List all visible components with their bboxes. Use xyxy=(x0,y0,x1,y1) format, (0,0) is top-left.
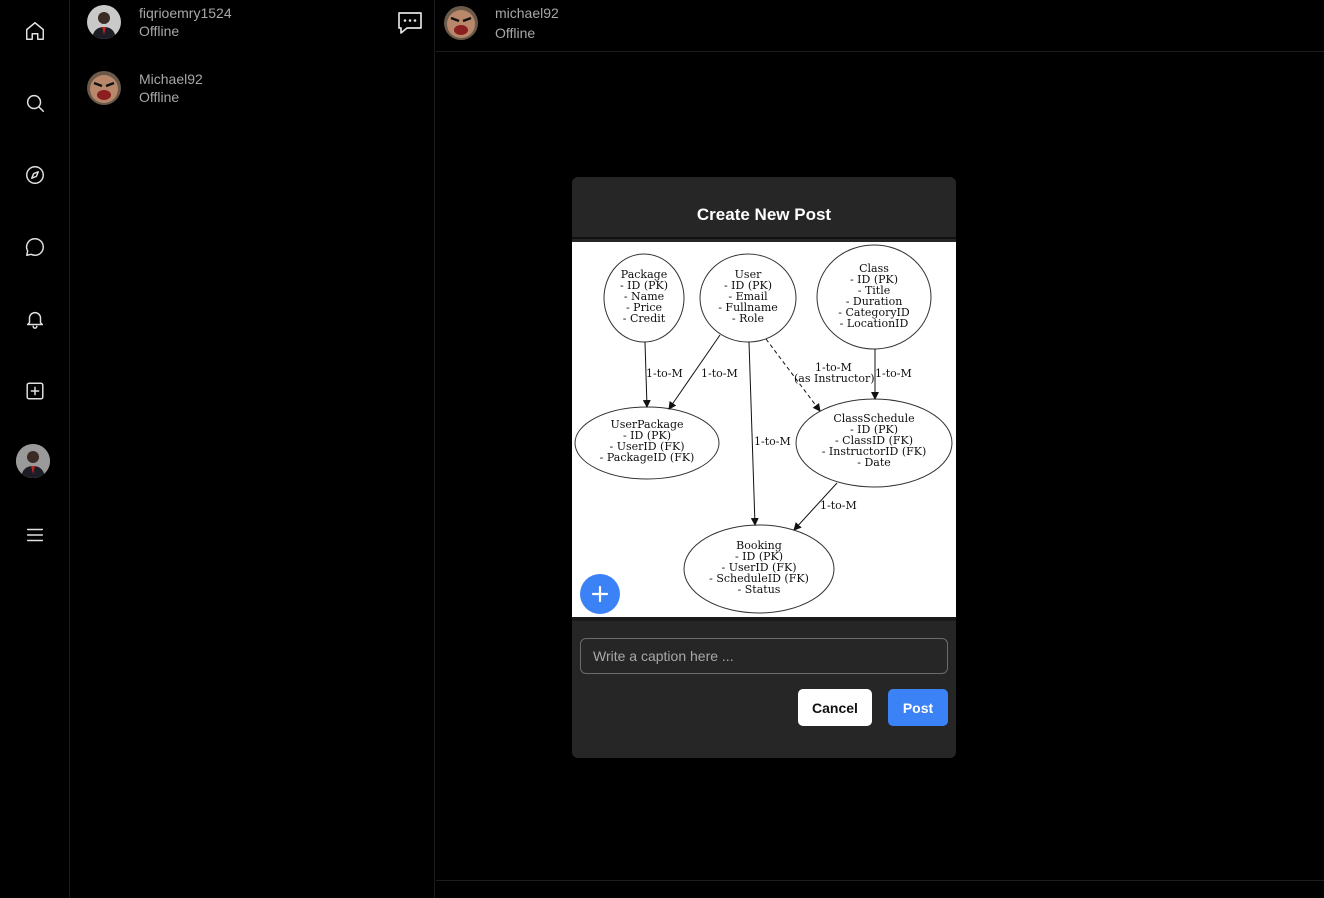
list-item[interactable]: Michael92 Offline xyxy=(87,68,427,108)
search-icon[interactable] xyxy=(22,90,48,116)
conversation-name: fiqrioemry1524 xyxy=(139,5,232,21)
icon-sidebar xyxy=(0,0,70,898)
chat-contact-name: michael92 xyxy=(495,5,559,21)
caption-input[interactable] xyxy=(580,638,948,674)
post-button[interactable]: Post xyxy=(888,689,948,726)
conversation-name: Michael92 xyxy=(139,71,203,87)
diagram-edge xyxy=(748,341,759,526)
node-label: - Role xyxy=(732,312,764,325)
edge-label: (as Instructor) xyxy=(794,372,875,385)
edge-label: 1-to-M xyxy=(820,499,857,512)
profile-avatar[interactable] xyxy=(16,444,50,478)
edge-label: 1-to-M xyxy=(701,367,738,380)
divider xyxy=(572,617,956,621)
node-label: - Credit xyxy=(623,312,666,325)
message-icon[interactable] xyxy=(22,234,48,260)
menu-icon[interactable] xyxy=(22,522,48,548)
node-label: - Status xyxy=(738,583,781,596)
avatar[interactable] xyxy=(444,6,478,40)
bell-icon[interactable] xyxy=(22,306,48,332)
new-message-icon[interactable] xyxy=(395,8,425,38)
add-image-button[interactable] xyxy=(580,574,620,614)
home-icon[interactable] xyxy=(22,18,48,44)
conversation-status: Offline xyxy=(139,23,180,39)
chat-contact-status: Offline xyxy=(495,25,536,41)
list-item[interactable]: fiqrioemry1524 Offline xyxy=(87,2,427,42)
node-label: - Date xyxy=(857,456,891,469)
edge-label: 1-to-M xyxy=(875,367,912,380)
create-post-modal: Create New Post 1-to-M 1-to-M 1-to-M (as… xyxy=(572,177,956,758)
conversation-list: fiqrioemry1524 Offline Michael92 Offline xyxy=(71,0,435,898)
er-diagram-image: 1-to-M 1-to-M 1-to-M (as Instructor) 1-t… xyxy=(574,244,953,614)
conversation-status: Offline xyxy=(139,89,180,105)
plus-square-icon[interactable] xyxy=(22,378,48,404)
plus-icon xyxy=(591,585,609,603)
modal-title: Create New Post xyxy=(696,205,832,224)
node-label: - PackageID (FK) xyxy=(600,451,695,464)
chat-footer xyxy=(436,880,1324,898)
edge-label: 1-to-M xyxy=(646,367,683,380)
divider xyxy=(572,237,956,239)
avatar xyxy=(87,5,121,39)
compass-icon[interactable] xyxy=(22,162,48,188)
cancel-button[interactable]: Cancel xyxy=(798,689,872,726)
image-preview: 1-to-M 1-to-M 1-to-M (as Instructor) 1-t… xyxy=(572,242,956,617)
chat-header: michael92 Offline xyxy=(436,0,1324,52)
avatar xyxy=(87,71,121,105)
edge-label: 1-to-M xyxy=(754,435,791,448)
node-label: - LocationID xyxy=(840,317,909,330)
